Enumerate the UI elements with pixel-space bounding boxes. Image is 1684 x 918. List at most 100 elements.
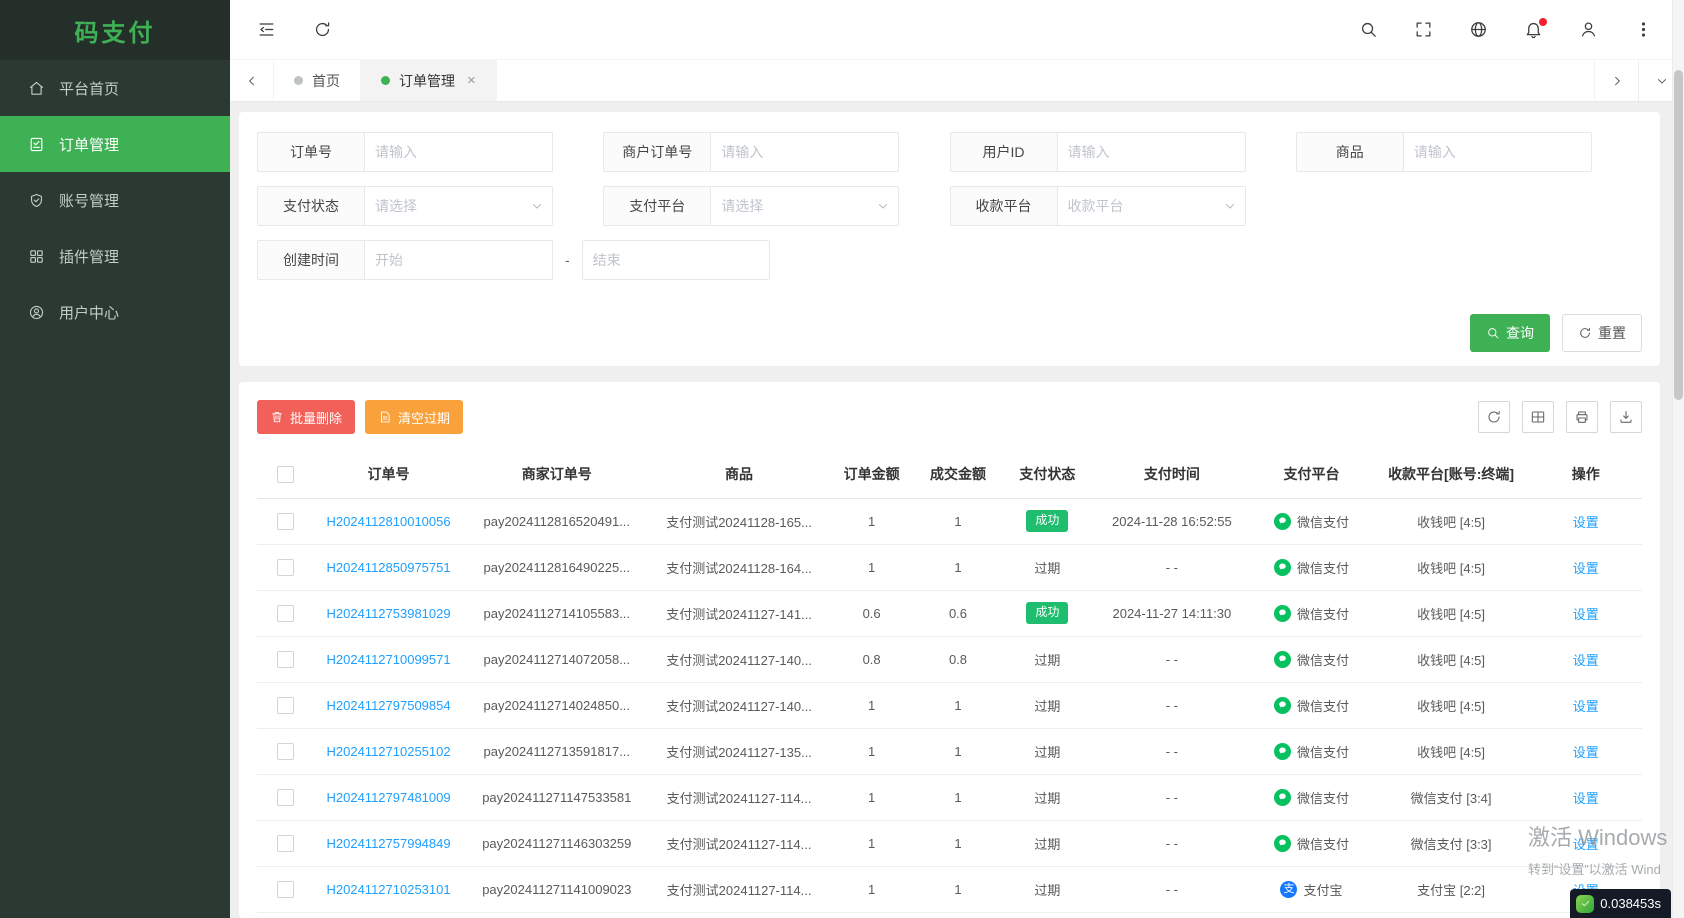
scrollbar-thumb[interactable] <box>1674 70 1683 400</box>
order-no-link[interactable]: H2024112753981029 <box>327 606 451 621</box>
tabs-scroll-left-button[interactable] <box>230 60 274 101</box>
pay-time: - - <box>1093 866 1251 913</box>
menu-collapse-icon[interactable] <box>255 19 277 41</box>
search-button[interactable]: 查询 <box>1470 314 1550 352</box>
row-checkbox[interactable] <box>276 742 294 760</box>
settings-link[interactable]: 设置 <box>1573 699 1599 714</box>
refresh-icon[interactable] <box>311 19 333 41</box>
fullscreen-icon[interactable] <box>1412 19 1434 41</box>
reset-button[interactable]: 重置 <box>1562 314 1642 352</box>
merchant-order-no: pay202411271141009023 <box>463 866 650 913</box>
scrollbar[interactable] <box>1672 0 1684 918</box>
export-icon <box>1618 409 1634 425</box>
row-checkbox[interactable] <box>276 512 294 530</box>
filter-label: 创建时间 <box>257 240 365 280</box>
search-button-label: 查询 <box>1506 325 1534 341</box>
receiver-platform: 收钱吧 [4:5] <box>1372 728 1530 775</box>
tabbar-tabs: 首页 订单管理 × <box>274 60 1594 101</box>
globe-icon[interactable] <box>1467 19 1489 41</box>
export-button[interactable] <box>1610 401 1642 433</box>
search-icon[interactable] <box>1357 19 1379 41</box>
sidebar-item[interactable]: 插件管理 <box>0 228 230 284</box>
row-checkbox[interactable] <box>276 650 294 668</box>
receiver-platform: 收钱吧 [4:5] <box>1372 682 1530 729</box>
shield-icon <box>28 192 45 209</box>
row-checkbox[interactable] <box>276 604 294 622</box>
filter-input[interactable] <box>1403 132 1592 172</box>
row-checkbox[interactable] <box>276 834 294 852</box>
order-no-link[interactable]: H2024112797509854 <box>327 698 451 713</box>
date-end-input[interactable] <box>581 240 770 280</box>
refresh-icon <box>1486 409 1502 425</box>
order-no-link[interactable]: H2024112797481009 <box>327 790 451 805</box>
filter-input[interactable] <box>711 132 900 172</box>
settings-link[interactable]: 设置 <box>1573 745 1599 760</box>
print-button[interactable] <box>1566 401 1598 433</box>
table-tool-icons <box>1478 401 1642 433</box>
filter-select[interactable]: 请选择 <box>711 186 900 226</box>
sidebar-item[interactable]: 订单管理 <box>0 116 230 172</box>
tab-item[interactable]: 首页 <box>274 60 361 101</box>
chevron-down-icon <box>1655 74 1669 88</box>
order-no-link[interactable]: H2024112710255102 <box>327 744 451 759</box>
table-body: H2024112810010056 pay2024112816520491... 支… <box>257 498 1642 913</box>
tab-item[interactable]: 订单管理 × <box>361 60 497 101</box>
order-amount: 1 <box>828 774 915 821</box>
platform-name: 微信支付 <box>1296 836 1349 852</box>
clear-expired-button[interactable]: 清空过期 <box>365 400 464 434</box>
filter-label: 商品 <box>1295 132 1404 172</box>
receiver-platform: 支付宝 [2:2] <box>1372 866 1530 913</box>
pay-time: - - <box>1093 774 1251 821</box>
merchant-order-no: pay2024112816520491... <box>463 498 650 545</box>
filter-label: 收款平台 <box>949 186 1058 226</box>
order-no-link[interactable]: H2024112810010056 <box>327 514 451 529</box>
text-filter: 订单号 <box>257 132 603 172</box>
columns-button[interactable] <box>1522 401 1554 433</box>
status-text: 过期 <box>1034 698 1061 714</box>
filter-select[interactable]: 收款平台 <box>1057 186 1246 226</box>
filter-select[interactable]: 请选择 <box>365 186 553 226</box>
date-range-filter: 创建时间 - <box>257 240 770 280</box>
sidebar-item[interactable]: 用户中心 <box>0 284 230 340</box>
plugin-icon <box>28 248 45 265</box>
settings-link[interactable]: 设置 <box>1573 791 1599 806</box>
order-no-link[interactable]: H2024112710253101 <box>327 882 451 897</box>
order-no-link[interactable]: H2024112757994849 <box>327 836 451 851</box>
sidebar-menu: 平台首页订单管理 账号管理 插件管理 用户中心 <box>0 60 230 340</box>
settings-link[interactable]: 设置 <box>1573 515 1599 530</box>
row-checkbox[interactable] <box>276 558 294 576</box>
select-all-checkbox[interactable] <box>276 465 294 483</box>
bell-icon[interactable] <box>1522 17 1547 41</box>
settings-link[interactable]: 设置 <box>1573 561 1599 576</box>
batch-delete-button[interactable]: 批量删除 <box>257 400 356 434</box>
row-checkbox[interactable] <box>276 788 294 806</box>
table-toolbar-left: 批量删除 清空过期 <box>257 400 464 434</box>
sidebar-item[interactable]: 账号管理 <box>0 172 230 228</box>
filter-input[interactable] <box>365 132 553 172</box>
sidebar-item[interactable]: 平台首页 <box>0 60 230 116</box>
receiver-platform: 微信支付 [3:4] <box>1372 774 1530 821</box>
pay-time: - - <box>1093 728 1251 775</box>
wechat-pay-icon <box>1273 696 1291 714</box>
tab-close-icon[interactable]: × <box>467 73 476 88</box>
row-checkbox[interactable] <box>276 696 294 714</box>
row-checkbox[interactable] <box>276 880 294 898</box>
content-area: 订单号商户订单号用户ID商品 支付状态请选择支付平台请选择收款平台收款平台 创建… <box>230 102 1684 918</box>
date-start-input[interactable] <box>365 240 553 280</box>
order-no-link[interactable]: H2024112710099571 <box>327 652 451 667</box>
topbar-left-icons <box>255 19 333 41</box>
more-icon[interactable] <box>1632 19 1654 41</box>
sidebar-item-label: 平台首页 <box>59 80 120 98</box>
tabs-scroll-right-button[interactable] <box>1594 60 1638 101</box>
execution-time-badge: 0.038453s <box>1570 889 1671 918</box>
wechat-pay-icon <box>1273 742 1291 760</box>
platform-name: 微信支付 <box>1296 514 1349 530</box>
settings-link[interactable]: 设置 <box>1573 653 1599 668</box>
person-icon[interactable] <box>1577 19 1599 41</box>
table-refresh-button[interactable] <box>1478 401 1510 433</box>
filter-input[interactable] <box>1057 132 1246 172</box>
settings-link[interactable]: 设置 <box>1573 607 1599 622</box>
order-no-link[interactable]: H2024112850975751 <box>327 560 451 575</box>
select-value: 收款平台 <box>1067 198 1124 214</box>
filter-row-select: 支付状态 请选择 支付平台 请选择 收款平台 收款平台 <box>257 186 1642 226</box>
